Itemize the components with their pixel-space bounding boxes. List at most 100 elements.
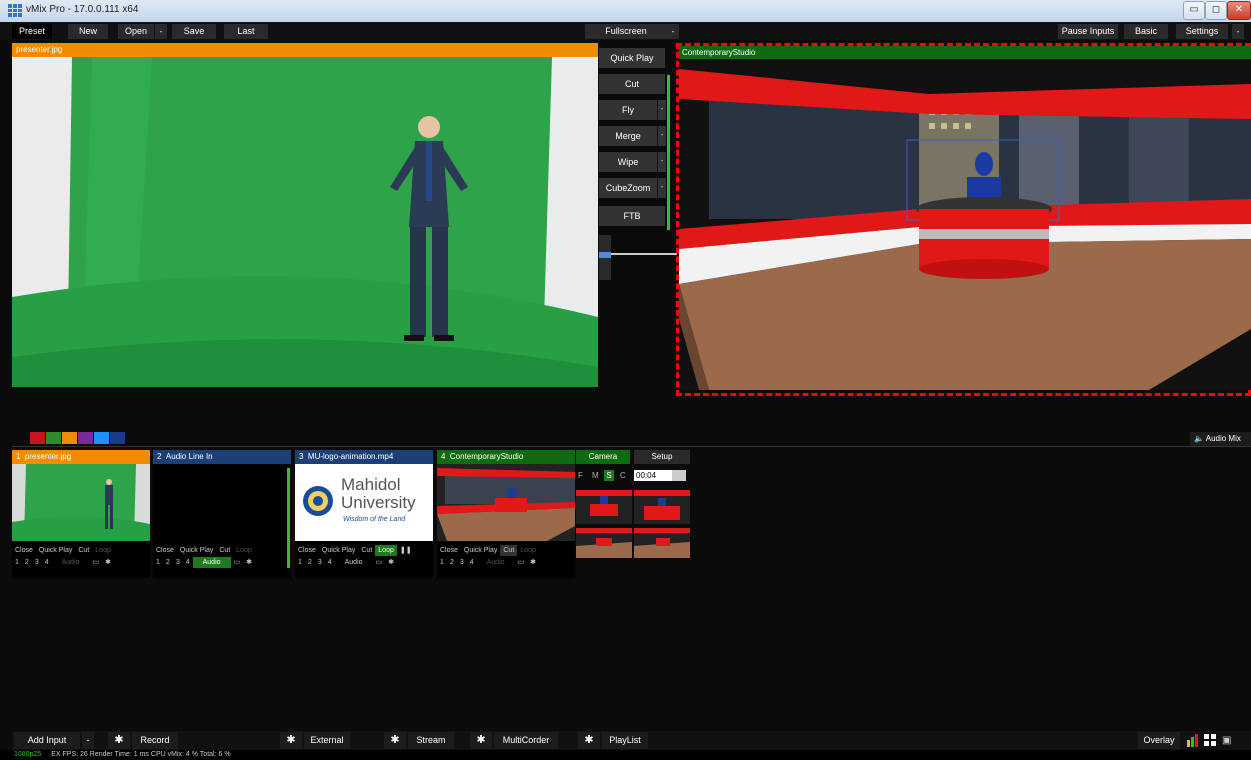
quick-play-input-button[interactable]: Quick Play: [319, 545, 358, 556]
record-button[interactable]: Record: [132, 732, 178, 749]
stream-button[interactable]: Stream: [408, 732, 454, 749]
input-4-header[interactable]: 4 ContemporaryStudio: [437, 450, 575, 464]
monitor-icon[interactable]: ▭: [508, 557, 528, 568]
input-1-thumbnail[interactable]: [12, 464, 150, 541]
cube-zoom-button[interactable]: CubeZoom: [599, 178, 657, 198]
cut-button[interactable]: Cut: [599, 74, 665, 94]
duration-spinner[interactable]: [672, 470, 686, 481]
duration-input[interactable]: 00:04: [634, 470, 672, 481]
input-3-thumbnail[interactable]: Mahidol University Wisdom of the Land: [295, 464, 433, 541]
color-tag-red[interactable]: [30, 432, 45, 444]
fly-options-arrow[interactable]: -: [657, 100, 666, 120]
open-button[interactable]: Open: [118, 24, 154, 39]
gear-icon[interactable]: ✱: [385, 557, 397, 568]
pause-icon[interactable]: ❚❚: [397, 545, 415, 556]
overlay-4-button[interactable]: 4: [183, 557, 193, 568]
input-3-header[interactable]: 3 MU-logo-animation.mp4: [295, 450, 433, 464]
loop-input-button[interactable]: Loop: [92, 545, 114, 556]
new-button[interactable]: New: [68, 24, 108, 39]
gear-icon[interactable]: ✱: [102, 557, 114, 568]
wipe-button[interactable]: Wipe: [599, 152, 657, 172]
camera-mode-s[interactable]: S: [604, 470, 614, 481]
gear-icon[interactable]: ✱: [243, 557, 255, 568]
merge-options-arrow[interactable]: -: [657, 126, 666, 146]
last-button[interactable]: Last: [224, 24, 268, 39]
close-input-button[interactable]: Close: [153, 545, 177, 556]
input-2-thumbnail[interactable]: [153, 464, 291, 541]
overlay-1-button[interactable]: 1: [12, 557, 22, 568]
color-tag-lightblue[interactable]: [94, 432, 109, 444]
audio-button[interactable]: Audio: [335, 557, 366, 568]
loop-input-button[interactable]: Loop: [233, 545, 255, 556]
monitor-icon[interactable]: ▭: [231, 557, 244, 568]
playlist-settings-gear-icon[interactable]: ✱: [578, 732, 600, 749]
wipe-options-arrow[interactable]: -: [657, 152, 666, 172]
save-button[interactable]: Save: [172, 24, 216, 39]
camera-preset-1[interactable]: [576, 490, 632, 524]
t-bar-handle[interactable]: [599, 252, 611, 258]
input-1-header[interactable]: 1 presenter.jpg: [12, 450, 150, 464]
multicorder-settings-gear-icon[interactable]: ✱: [470, 732, 492, 749]
external-button[interactable]: External: [304, 732, 350, 749]
add-input-dropdown-arrow[interactable]: -: [82, 732, 94, 749]
overlay-2-button[interactable]: 2: [305, 557, 315, 568]
color-tag-darkblue[interactable]: [110, 432, 125, 444]
cut-input-button[interactable]: Cut: [75, 545, 92, 556]
multiview-grid-icon[interactable]: [1204, 734, 1217, 747]
audio-button[interactable]: Audio: [477, 557, 508, 568]
fullscreen-button[interactable]: Fullscreen: [585, 24, 667, 39]
camera-preset-3[interactable]: [576, 528, 632, 558]
overlay-2-button[interactable]: 2: [163, 557, 173, 568]
add-input-button[interactable]: Add Input: [14, 732, 80, 749]
setup-tab[interactable]: Setup: [634, 450, 690, 464]
cube-zoom-options-arrow[interactable]: -: [657, 178, 666, 198]
playlist-button[interactable]: PlayList: [602, 732, 648, 749]
color-tag-purple[interactable]: [78, 432, 93, 444]
monitor-icon[interactable]: ▭: [83, 557, 103, 568]
camera-preset-4[interactable]: [634, 528, 690, 558]
overlay-4-button[interactable]: 4: [467, 557, 477, 568]
camera-tab[interactable]: Camera: [576, 450, 630, 464]
cut-input-button[interactable]: Cut: [358, 545, 375, 556]
fullscreen-dropdown-arrow[interactable]: -: [667, 24, 679, 39]
fly-button[interactable]: Fly: [599, 100, 657, 120]
close-input-button[interactable]: Close: [295, 545, 319, 556]
camera-mode-m[interactable]: M: [592, 471, 599, 480]
color-tag-orange[interactable]: [62, 432, 77, 444]
minimize-button[interactable]: ▭: [1183, 1, 1205, 20]
overlay-3-button[interactable]: 3: [173, 557, 183, 568]
monitor-icon[interactable]: ▭: [366, 557, 386, 568]
cut-input-button[interactable]: Cut: [500, 545, 518, 556]
input-4-thumbnail[interactable]: [437, 464, 575, 541]
input-2-header[interactable]: 2 Audio Line In: [153, 450, 291, 464]
restore-button[interactable]: ◻: [1205, 1, 1227, 20]
camera-mode-c[interactable]: C: [620, 471, 626, 480]
overlay-3-button[interactable]: 3: [32, 557, 42, 568]
overlay-button[interactable]: Overlay: [1138, 732, 1180, 749]
overlay-3-button[interactable]: 3: [315, 557, 325, 568]
pause-inputs-button[interactable]: Pause Inputs: [1058, 24, 1118, 39]
quick-play-button[interactable]: Quick Play: [599, 48, 665, 68]
multicorder-button[interactable]: MultiCorder: [494, 732, 558, 749]
ftb-button[interactable]: FTB: [599, 206, 665, 226]
preset-button[interactable]: Preset: [12, 24, 52, 39]
audio-levels-icon[interactable]: [1186, 734, 1200, 747]
close-input-button[interactable]: Close: [12, 545, 36, 556]
overlay-1-button[interactable]: 1: [437, 557, 447, 568]
basic-button[interactable]: Basic: [1124, 24, 1168, 39]
overlay-4-button[interactable]: 4: [325, 557, 335, 568]
program-image[interactable]: [679, 59, 1251, 390]
quick-play-input-button[interactable]: Quick Play: [177, 545, 216, 556]
merge-button[interactable]: Merge: [599, 126, 657, 146]
preview-image[interactable]: [12, 57, 598, 387]
audio-mixer-button[interactable]: 🔈 Audio Mix: [1190, 432, 1251, 446]
external-settings-gear-icon[interactable]: ✱: [280, 732, 302, 749]
loop-input-button[interactable]: Loop: [517, 545, 539, 556]
quick-play-input-button[interactable]: Quick Play: [461, 545, 500, 556]
stream-settings-gear-icon[interactable]: ✱: [384, 732, 406, 749]
cut-input-button[interactable]: Cut: [216, 545, 233, 556]
audio-button[interactable]: Audio: [52, 557, 83, 568]
display-icon[interactable]: ▣: [1222, 734, 1236, 747]
overlay-3-button[interactable]: 3: [457, 557, 467, 568]
color-tag-green[interactable]: [46, 432, 61, 444]
